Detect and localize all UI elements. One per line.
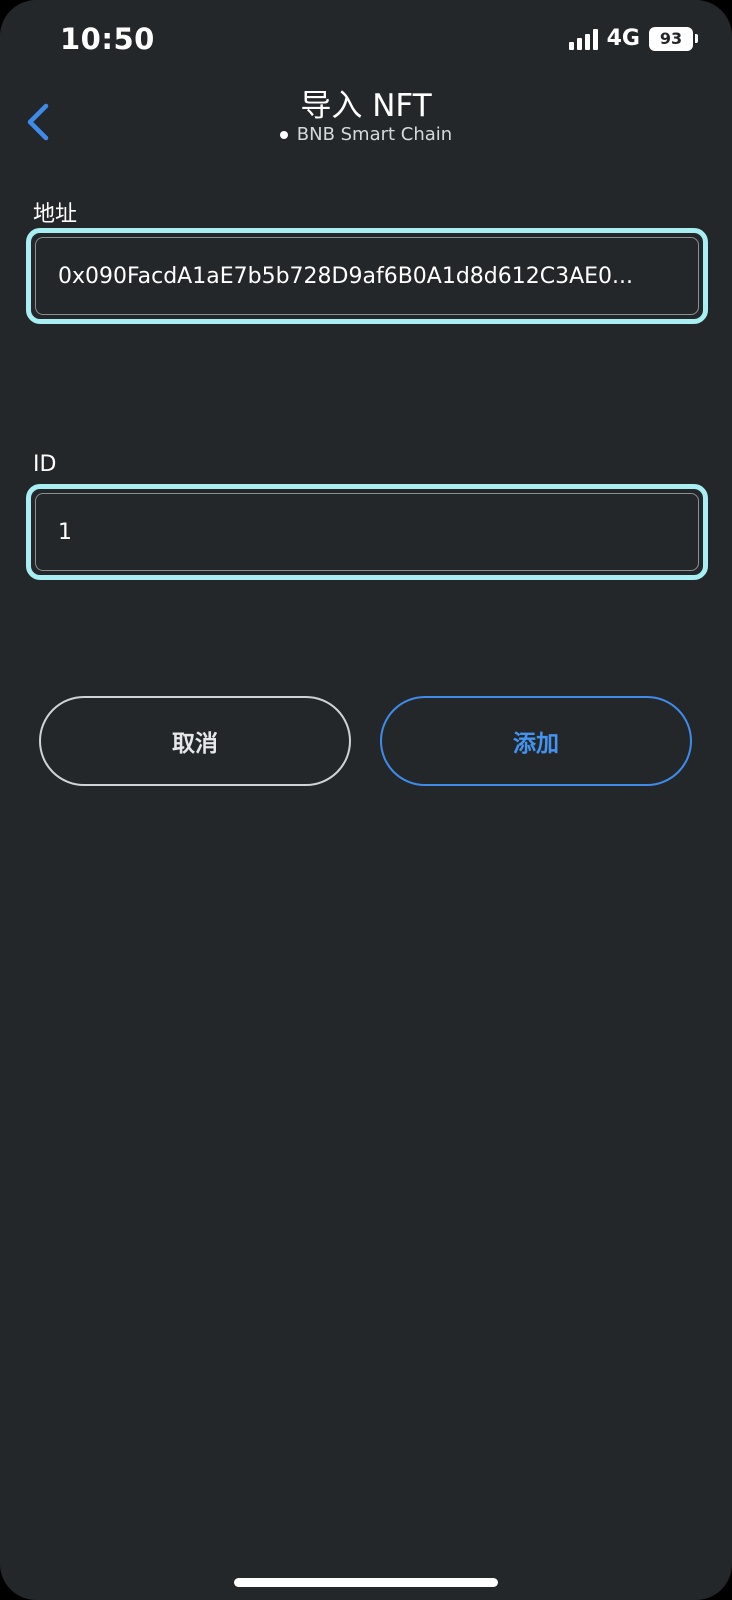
add-button[interactable]: 添加 <box>380 696 692 786</box>
network-indicator: BNB Smart Chain <box>0 124 732 145</box>
id-input[interactable]: 1 <box>35 493 699 571</box>
screen: 10:50 4G 93 导入 NFT BNB Smart Chain 地址 0x… <box>0 0 732 1600</box>
id-field-focus-ring: 1 <box>26 484 708 580</box>
network-type: 4G <box>606 26 640 51</box>
address-value: 0x090FacdA1aE7b5b728D9af6B0A1d8d612C3AE0… <box>58 263 634 289</box>
network-dot-icon <box>279 130 288 139</box>
status-indicators: 4G 93 <box>568 26 698 51</box>
address-input[interactable]: 0x090FacdA1aE7b5b728D9af6B0A1d8d612C3AE0… <box>35 237 699 315</box>
battery-level: 93 <box>649 26 693 51</box>
battery-icon: 93 <box>649 26 698 51</box>
network-name: BNB Smart Chain <box>296 124 453 145</box>
add-button-label: 添加 <box>513 731 559 757</box>
cancel-button-label: 取消 <box>172 731 218 757</box>
home-indicator[interactable] <box>234 1578 498 1587</box>
address-field-focus-ring: 0x090FacdA1aE7b5b728D9af6B0A1d8d612C3AE0… <box>26 228 708 324</box>
page-title: 导入 NFT <box>300 88 432 124</box>
id-value: 1 <box>58 519 72 545</box>
status-time: 10:50 <box>60 22 155 56</box>
cancel-button[interactable]: 取消 <box>39 696 351 786</box>
id-label: ID <box>33 452 57 477</box>
signal-bars-icon <box>568 28 598 50</box>
address-label: 地址 <box>33 202 78 227</box>
